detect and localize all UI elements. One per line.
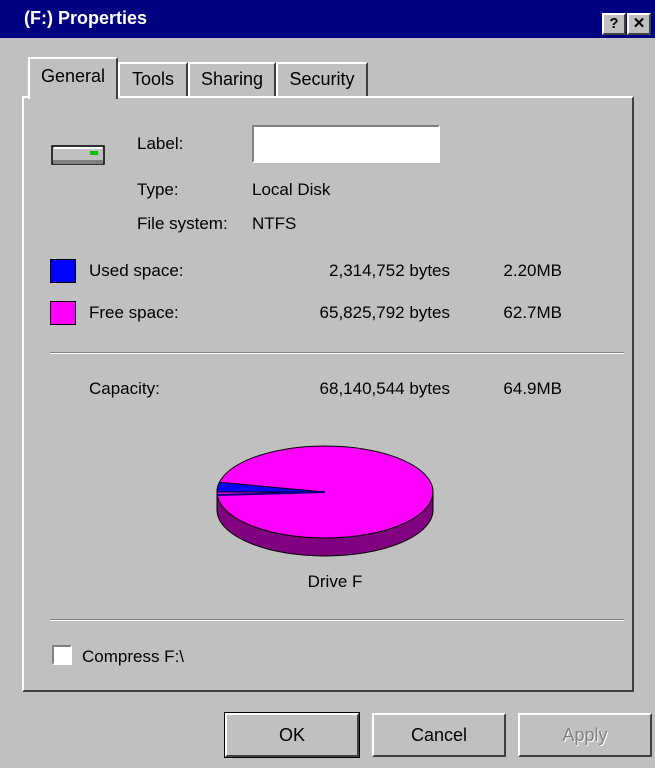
drive-caption: Drive F xyxy=(307,572,363,591)
free-space-swatch xyxy=(50,301,76,325)
used-space-swatch xyxy=(50,259,76,283)
free-space-bytes: 65,825,792 bytes xyxy=(319,303,450,322)
separator-bottom xyxy=(50,619,624,621)
compress-label[interactable]: Compress F:\ xyxy=(82,647,184,667)
used-space-caption: Used space: xyxy=(89,261,184,280)
drive-icon xyxy=(51,145,105,165)
type-value: Local Disk xyxy=(252,180,331,199)
type-caption: Type: xyxy=(137,180,179,199)
file-system-caption: File system: xyxy=(137,214,228,233)
free-space-caption: Free space: xyxy=(89,303,179,322)
disk-usage-pie-chart xyxy=(216,445,434,557)
file-system-value: NTFS xyxy=(252,214,297,233)
label-caption: Label: xyxy=(137,134,184,153)
used-space-bytes: 2,314,752 bytes xyxy=(329,261,450,280)
label-input[interactable] xyxy=(252,125,440,163)
used-space-size: 2.20MB xyxy=(503,261,562,280)
compress-checkbox[interactable] xyxy=(52,645,72,665)
free-space-size: 62.7MB xyxy=(503,303,562,322)
capacity-bytes: 68,140,544 bytes xyxy=(319,379,450,398)
capacity-caption: Capacity: xyxy=(89,379,160,398)
capacity-size: 64.9MB xyxy=(503,379,562,398)
separator-top xyxy=(50,352,624,354)
